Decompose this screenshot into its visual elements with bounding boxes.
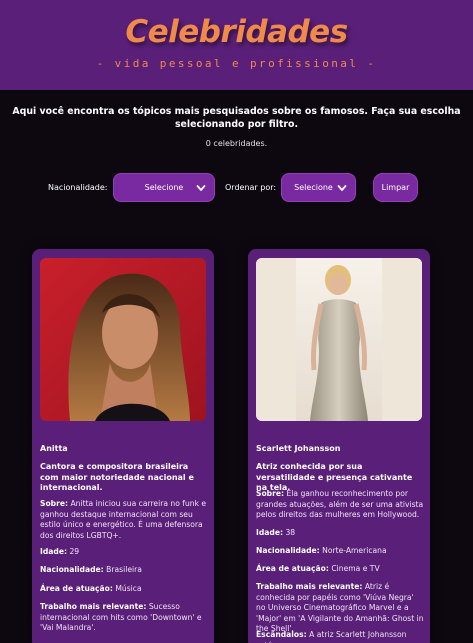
age-label: Idade: [40, 547, 68, 556]
about-field: Sobre: Anitta iniciou sua carreira no fu… [40, 499, 208, 541]
work-label: Trabalho mais relevante: [256, 582, 363, 591]
scandal-label: Escândalos: [256, 630, 307, 639]
nationality-value: Brasileira [106, 565, 142, 574]
area-value: Cinema e TV [331, 564, 380, 573]
celebrity-photo [256, 258, 422, 421]
age-field: Idade: 29 [40, 547, 208, 558]
about-label: Sobre: [40, 499, 69, 508]
age-value: 29 [69, 547, 80, 556]
celebrity-card[interactable]: Anitta Cantora e compositora brasileira … [32, 249, 214, 643]
celebrity-card[interactable]: Scarlett Johansson Atriz conhecida por s… [248, 249, 430, 643]
order-select[interactable]: Selecione [281, 173, 356, 202]
nationality-label: Nacionalidade: [40, 565, 104, 574]
celebrity-headline: Cantora e compositora brasileira com mai… [40, 462, 194, 492]
intro-text: Aqui você encontra os tópicos mais pesqu… [12, 106, 461, 130]
area-value: Música [115, 584, 142, 593]
chevron-down-icon [196, 185, 206, 191]
scandal-field: Escândalos: A atriz Scarlett Johansson e… [256, 630, 424, 643]
site-logo[interactable]: Celebridades [0, 14, 473, 50]
work-field: Trabalho mais relevante: Sucesso interna… [40, 602, 208, 634]
celebrity-name: Anitta [40, 444, 68, 453]
nationality-field: Nacionalidade: Norte-Americana [256, 546, 424, 557]
order-select-value: Selecione [294, 183, 333, 192]
nationality-filter-label: Nacionalidade: [48, 183, 108, 192]
about-label: Sobre: [256, 489, 285, 498]
nationality-select[interactable]: Selecione [113, 173, 215, 202]
work-label: Trabalho mais relevante: [40, 602, 147, 611]
nationality-field: Nacionalidade: Brasileira [40, 565, 208, 576]
area-label: Área de atuação: [256, 564, 329, 573]
results-count: 0 celebridades. [205, 139, 268, 148]
age-label: Idade: [256, 528, 284, 537]
order-filter-label: Ordenar por: [225, 183, 277, 192]
area-field: Área de atuação: Música [40, 584, 208, 595]
celebrity-name: Scarlett Johansson [256, 444, 341, 453]
filter-bar: Nacionalidade: Selecione Ordenar por: Se… [0, 173, 473, 203]
area-field: Área de atuação: Cinema e TV [256, 564, 424, 575]
site-header: Celebridades - vida pessoal e profission… [0, 0, 473, 90]
age-value: 38 [285, 528, 296, 537]
area-label: Área de atuação: [40, 584, 113, 593]
nationality-value: Norte-Americana [322, 546, 387, 555]
clear-filters-button[interactable]: Limpar [373, 173, 418, 202]
nationality-select-value: Selecione [144, 183, 184, 192]
age-field: Idade: 38 [256, 528, 424, 539]
site-tagline: - vida pessoal e profissional - [96, 57, 377, 70]
nationality-label: Nacionalidade: [256, 546, 320, 555]
chevron-down-icon [337, 185, 347, 191]
work-field: Trabalho mais relevante: Atriz é conheci… [256, 582, 424, 635]
about-field: Sobre: Ela ganhou reconhecimento por gra… [256, 489, 424, 521]
celebrity-photo [40, 258, 206, 421]
